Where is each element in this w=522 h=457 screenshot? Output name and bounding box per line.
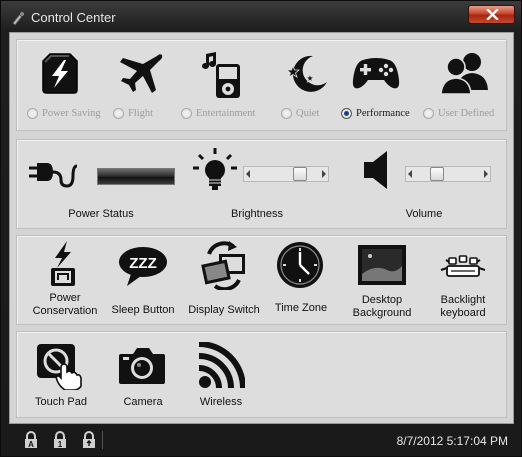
backlight-keyboard-label: Backlight keyboard <box>440 294 486 319</box>
devices-panel: Touch Pad Camera Wireless <box>16 331 507 418</box>
display-switch-tile[interactable]: Display Switch <box>183 236 265 326</box>
gamepad-icon <box>352 58 400 89</box>
lightbulb-icon <box>193 148 237 190</box>
users-icon <box>440 53 488 95</box>
radio-button[interactable] <box>181 108 192 119</box>
desktop-background-tile[interactable]: Desktop Background <box>341 236 423 326</box>
mode-flight[interactable]: Flight <box>109 40 169 132</box>
scroll-lock-icon <box>83 431 95 448</box>
clock-icon <box>277 242 323 288</box>
mode-entertainment[interactable]: Entertainment <box>175 40 267 132</box>
lock-letter: A <box>28 440 34 449</box>
mode-power-saving[interactable]: Power Saving <box>21 40 101 132</box>
sleep-icon-text: ZZZ <box>129 255 157 272</box>
mode-user-defined[interactable]: User Defined <box>419 40 503 132</box>
volume-thumb[interactable] <box>429 167 444 181</box>
time-zone-label: Time Zone <box>274 302 328 314</box>
wireless-label: Wireless <box>199 396 243 408</box>
radio-performance[interactable]: Performance <box>341 108 410 119</box>
control-center-window: Control Center Power Saving Flight Enter… <box>0 0 522 457</box>
status-bar: A 1 8/7/2012 5:17:04 PM <box>1 426 521 456</box>
close-icon <box>486 9 499 20</box>
mode-label: User Defined <box>438 108 495 119</box>
wireless-icon <box>198 342 245 389</box>
mode-panel: Power Saving Flight Entertainment Quiet … <box>16 39 507 131</box>
power-status-bar <box>97 168 175 185</box>
brightness-slider[interactable] <box>243 166 329 182</box>
volume-slider[interactable] <box>405 166 491 182</box>
radio-entertainment[interactable]: Entertainment <box>181 108 255 119</box>
display-switch-icon <box>201 241 245 290</box>
radio-button-selected[interactable] <box>341 108 352 119</box>
touch-pad-tile[interactable]: Touch Pad <box>25 332 97 419</box>
music-player-icon <box>202 52 240 98</box>
volume-label: Volume <box>405 208 443 220</box>
title-bar[interactable]: Control Center <box>1 1 521 32</box>
camera-icon <box>119 348 165 384</box>
power-plug-icon <box>29 163 78 188</box>
radio-button[interactable] <box>281 108 292 119</box>
power-conservation-icon <box>51 241 75 286</box>
caps-lock-icon: A <box>25 431 37 449</box>
radio-flight[interactable]: Flight <box>113 108 153 119</box>
slider-right-arrow-icon[interactable] <box>484 170 488 178</box>
backlight-keyboard-tile[interactable]: Backlight keyboard <box>423 236 503 326</box>
client-area: Power Saving Flight Entertainment Quiet … <box>9 32 514 424</box>
slider-right-arrow-icon[interactable] <box>322 170 326 178</box>
mode-label: Power Saving <box>42 108 101 119</box>
slider-track <box>405 166 491 182</box>
sleep-button-tile[interactable]: ZZZ Sleep Button <box>107 236 179 326</box>
window-title: Control Center <box>31 10 116 25</box>
camera-label: Camera <box>123 396 163 408</box>
radio-button[interactable] <box>423 108 434 119</box>
power-conservation-label: Power Conservation <box>32 292 98 317</box>
power-status-label: Power Status <box>68 208 134 220</box>
battery-bolt-icon <box>42 53 78 94</box>
sleep-bubble-icon: ZZZ <box>119 247 167 286</box>
status-panel: Power Status Brightness Volume <box>16 139 507 229</box>
display-switch-label: Display Switch <box>188 304 260 316</box>
close-button[interactable] <box>468 5 515 24</box>
brightness-label: Brightness <box>231 208 283 220</box>
num-lock-icon: 1 <box>54 431 66 449</box>
desktop-background-icon <box>358 245 406 285</box>
status-datetime: 8/7/2012 5:17:04 PM <box>396 434 508 448</box>
wireless-tile[interactable]: Wireless <box>185 332 257 419</box>
power-conservation-tile[interactable]: Power Conservation <box>25 236 105 326</box>
radio-quiet[interactable]: Quiet <box>281 108 319 119</box>
desktop-background-label: Desktop Background <box>352 294 412 319</box>
camera-tile[interactable]: Camera <box>107 332 179 419</box>
slider-left-arrow-icon[interactable] <box>246 170 250 178</box>
mode-label: Entertainment <box>196 108 256 119</box>
moon-stars-icon <box>285 55 327 92</box>
tools-panel: Power Conservation ZZZ Sleep Button Disp… <box>16 235 507 325</box>
backlight-keyboard-icon <box>440 255 486 277</box>
radio-button[interactable] <box>27 108 38 119</box>
slider-left-arrow-icon[interactable] <box>408 170 412 178</box>
time-zone-tile[interactable]: Time Zone <box>265 236 337 326</box>
mode-quiet[interactable]: Quiet <box>273 40 337 132</box>
radio-user-defined[interactable]: User Defined <box>423 108 494 119</box>
sleep-button-label: Sleep Button <box>111 304 175 316</box>
mode-label: Quiet <box>296 108 320 119</box>
status-divider <box>102 431 103 449</box>
radio-power-saving[interactable]: Power Saving <box>27 108 101 119</box>
mode-label: Performance <box>356 108 410 119</box>
brightness-thumb[interactable] <box>293 167 307 181</box>
app-icon <box>12 11 25 26</box>
radio-button[interactable] <box>113 108 124 119</box>
lock-letter: 1 <box>58 440 63 449</box>
mode-label: Flight <box>128 108 154 119</box>
speaker-icon <box>364 151 387 189</box>
airplane-icon <box>120 54 163 93</box>
touch-pad-label: Touch Pad <box>35 396 87 408</box>
slider-track <box>243 166 329 182</box>
mode-performance[interactable]: Performance <box>337 40 417 132</box>
touch-pad-icon <box>37 344 82 390</box>
